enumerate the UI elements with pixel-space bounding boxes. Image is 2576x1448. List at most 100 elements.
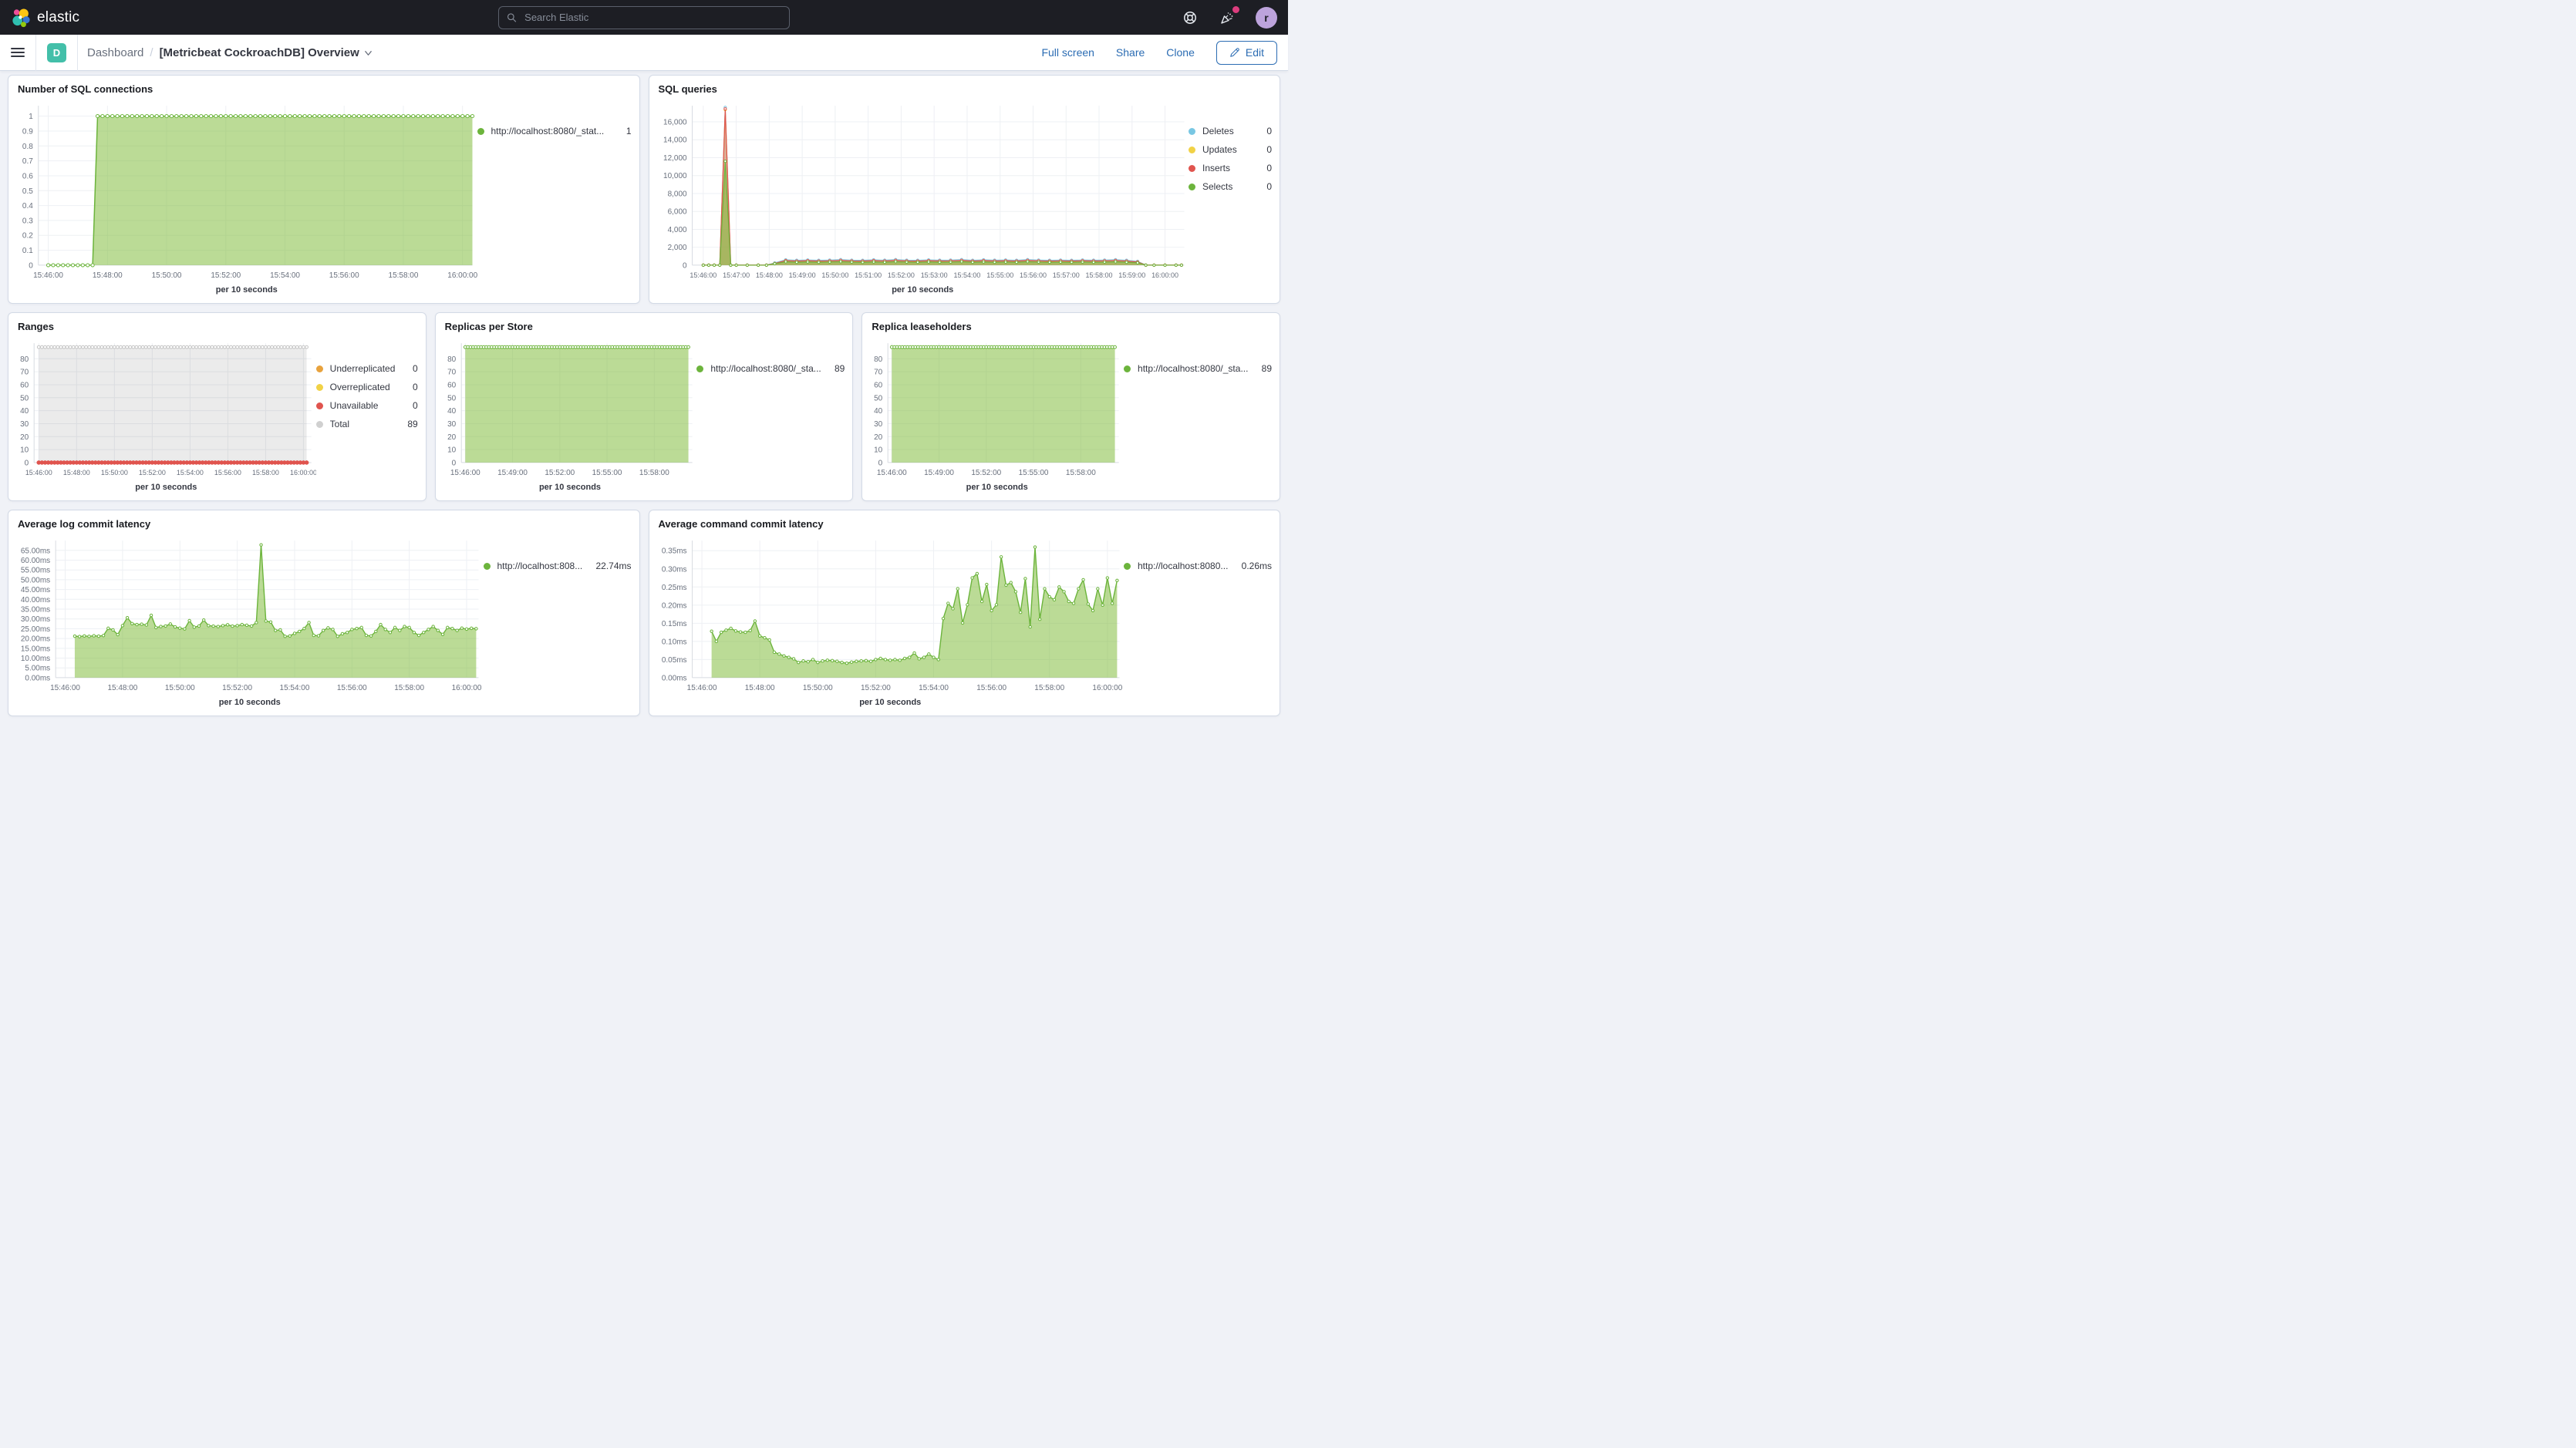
svg-text:15:56:00: 15:56:00	[214, 469, 241, 476]
sql-queries-chart[interactable]: 16,00014,00012,00010,0008,0006,0004,0002…	[657, 95, 1189, 285]
elastic-logo[interactable]: elastic	[11, 8, 79, 28]
newsfeed-icon[interactable]	[1219, 9, 1236, 26]
svg-text:6,000: 6,000	[667, 208, 686, 217]
svg-text:0.30ms: 0.30ms	[661, 565, 686, 574]
svg-text:15:46:00: 15:46:00	[877, 469, 907, 477]
dashboard-badge[interactable]: D	[47, 43, 66, 62]
svg-text:15:58:00: 15:58:00	[389, 271, 419, 280]
legend-item[interactable]: Selects0	[1189, 181, 1272, 192]
log-commit-latency-chart[interactable]: 65.00ms60.00ms55.00ms50.00ms45.00ms40.00…	[16, 530, 484, 698]
svg-text:60: 60	[874, 381, 883, 389]
legend-item[interactable]: http://localhost:808...22.74ms	[484, 561, 632, 571]
svg-text:40: 40	[447, 407, 457, 416]
svg-text:15:48:00: 15:48:00	[93, 271, 123, 280]
legend-item[interactable]: Overreplicated0	[316, 382, 418, 392]
svg-text:45.00ms: 45.00ms	[21, 586, 50, 594]
svg-text:10.00ms: 10.00ms	[21, 655, 50, 663]
svg-text:15:50:00: 15:50:00	[802, 684, 832, 692]
svg-text:16,000: 16,000	[663, 118, 687, 126]
svg-text:0: 0	[878, 459, 883, 467]
toolbar-divider	[35, 35, 36, 71]
panel-title: SQL queries	[659, 83, 1273, 95]
svg-text:15:48:00: 15:48:00	[107, 684, 137, 692]
panel-ranges: Ranges 8070605040302010015:46:0015:48:00…	[8, 312, 427, 501]
breadcrumb-separator: /	[150, 46, 153, 59]
svg-text:15:54:00: 15:54:00	[953, 271, 980, 279]
legend-item[interactable]: http://localhost:8080...0.26ms	[1124, 561, 1272, 571]
svg-text:50.00ms: 50.00ms	[21, 576, 50, 584]
svg-text:16:00:00: 16:00:00	[290, 469, 316, 476]
panel-replicas-per-store: Replicas per Store 8070605040302010015:4…	[435, 312, 854, 501]
svg-text:16:00:00: 16:00:00	[447, 271, 477, 280]
svg-text:15:58:00: 15:58:00	[252, 469, 279, 476]
panel-number-of-sql-connections: Number of SQL connections 10.90.80.70.60…	[8, 75, 640, 304]
svg-text:30: 30	[20, 420, 29, 429]
breadcrumb-dashboard[interactable]: Dashboard	[87, 46, 143, 59]
svg-text:0.10ms: 0.10ms	[661, 638, 686, 646]
x-axis-label: per 10 seconds	[657, 698, 1124, 711]
pencil-icon	[1229, 47, 1240, 58]
svg-text:15:56:00: 15:56:00	[976, 684, 1006, 692]
legend-item[interactable]: http://localhost:8080/_sta...89	[696, 363, 845, 374]
help-icon[interactable]	[1182, 9, 1199, 26]
elastic-logo-icon	[11, 8, 31, 28]
legend-item[interactable]: Inserts0	[1189, 163, 1272, 173]
svg-text:16:00:00: 16:00:00	[1092, 684, 1122, 692]
svg-text:30.00ms: 30.00ms	[21, 615, 50, 624]
legend-label: http://localhost:8080/_sta...	[1138, 363, 1248, 374]
legend-item[interactable]: Total89	[316, 419, 418, 429]
legend-item[interactable]: http://localhost:8080/_sta...89	[1124, 363, 1272, 374]
clone-button[interactable]: Clone	[1166, 46, 1195, 59]
x-axis-label: per 10 seconds	[443, 483, 697, 496]
svg-text:16:00:00: 16:00:00	[1151, 271, 1178, 279]
ranges-chart[interactable]: 8070605040302010015:46:0015:48:0015:50:0…	[16, 332, 316, 483]
share-button[interactable]: Share	[1116, 46, 1145, 59]
legend-value: 0	[405, 363, 418, 374]
svg-text:15:50:00: 15:50:00	[165, 684, 195, 692]
svg-text:20.00ms: 20.00ms	[21, 635, 50, 644]
breadcrumb-current[interactable]: [Metricbeat CockroachDB] Overview	[160, 46, 373, 59]
svg-text:15:57:00: 15:57:00	[1052, 271, 1079, 279]
sql-connections-chart[interactable]: 10.90.80.70.60.50.40.30.20.1015:46:0015:…	[16, 95, 477, 285]
legend: Underreplicated0 Overreplicated0 Unavailab…	[316, 332, 418, 496]
legend-label: Updates	[1202, 144, 1237, 155]
legend-color-dot	[1189, 165, 1195, 172]
svg-text:0.05ms: 0.05ms	[661, 656, 686, 665]
svg-text:1: 1	[29, 113, 33, 121]
legend-item[interactable]: Updates 0	[1189, 144, 1272, 155]
svg-text:25.00ms: 25.00ms	[21, 625, 50, 634]
legend-value: 0	[1259, 163, 1272, 173]
legend-color-dot	[316, 421, 323, 428]
svg-text:15:54:00: 15:54:00	[270, 271, 300, 280]
svg-text:15:49:00: 15:49:00	[497, 469, 528, 477]
command-commit-latency-chart[interactable]: 0.35ms0.30ms0.25ms0.20ms0.15ms0.10ms0.05…	[657, 530, 1124, 698]
global-search[interactable]	[498, 6, 790, 29]
svg-text:35.00ms: 35.00ms	[21, 606, 50, 615]
legend-value: 0	[1259, 144, 1272, 155]
search-input[interactable]	[523, 11, 781, 24]
full-screen-button[interactable]: Full screen	[1041, 46, 1094, 59]
edit-button[interactable]: Edit	[1216, 41, 1277, 65]
svg-text:15:54:00: 15:54:00	[919, 684, 949, 692]
user-avatar[interactable]: r	[1256, 7, 1277, 29]
svg-text:50: 50	[874, 394, 883, 402]
replica-leaseholders-chart[interactable]: 8070605040302010015:46:0015:49:0015:52:0…	[870, 332, 1124, 483]
svg-text:5.00ms: 5.00ms	[25, 665, 50, 673]
panel-title: Replicas per Store	[445, 321, 845, 332]
svg-text:15:49:00: 15:49:00	[924, 469, 954, 477]
svg-text:50: 50	[20, 394, 29, 402]
svg-text:15:51:00: 15:51:00	[855, 271, 882, 279]
svg-text:15:56:00: 15:56:00	[1019, 271, 1046, 279]
replicas-per-store-chart[interactable]: 8070605040302010015:46:0015:49:0015:52:0…	[443, 332, 697, 483]
legend-label: http://localhost:8080/_sta...	[710, 363, 821, 374]
legend-item[interactable]: Unavailable0	[316, 400, 418, 411]
svg-text:80: 80	[20, 355, 29, 364]
svg-text:0.15ms: 0.15ms	[661, 620, 686, 628]
legend-item[interactable]: http://localhost:8080/_stat...1	[477, 126, 632, 136]
menu-icon[interactable]	[11, 45, 25, 59]
panel-title: Number of SQL connections	[18, 83, 632, 95]
legend-item[interactable]: Deletes0	[1189, 126, 1272, 136]
svg-text:10: 10	[447, 446, 457, 455]
legend-item[interactable]: Underreplicated0	[316, 363, 418, 374]
svg-text:15:46:00: 15:46:00	[25, 469, 52, 476]
